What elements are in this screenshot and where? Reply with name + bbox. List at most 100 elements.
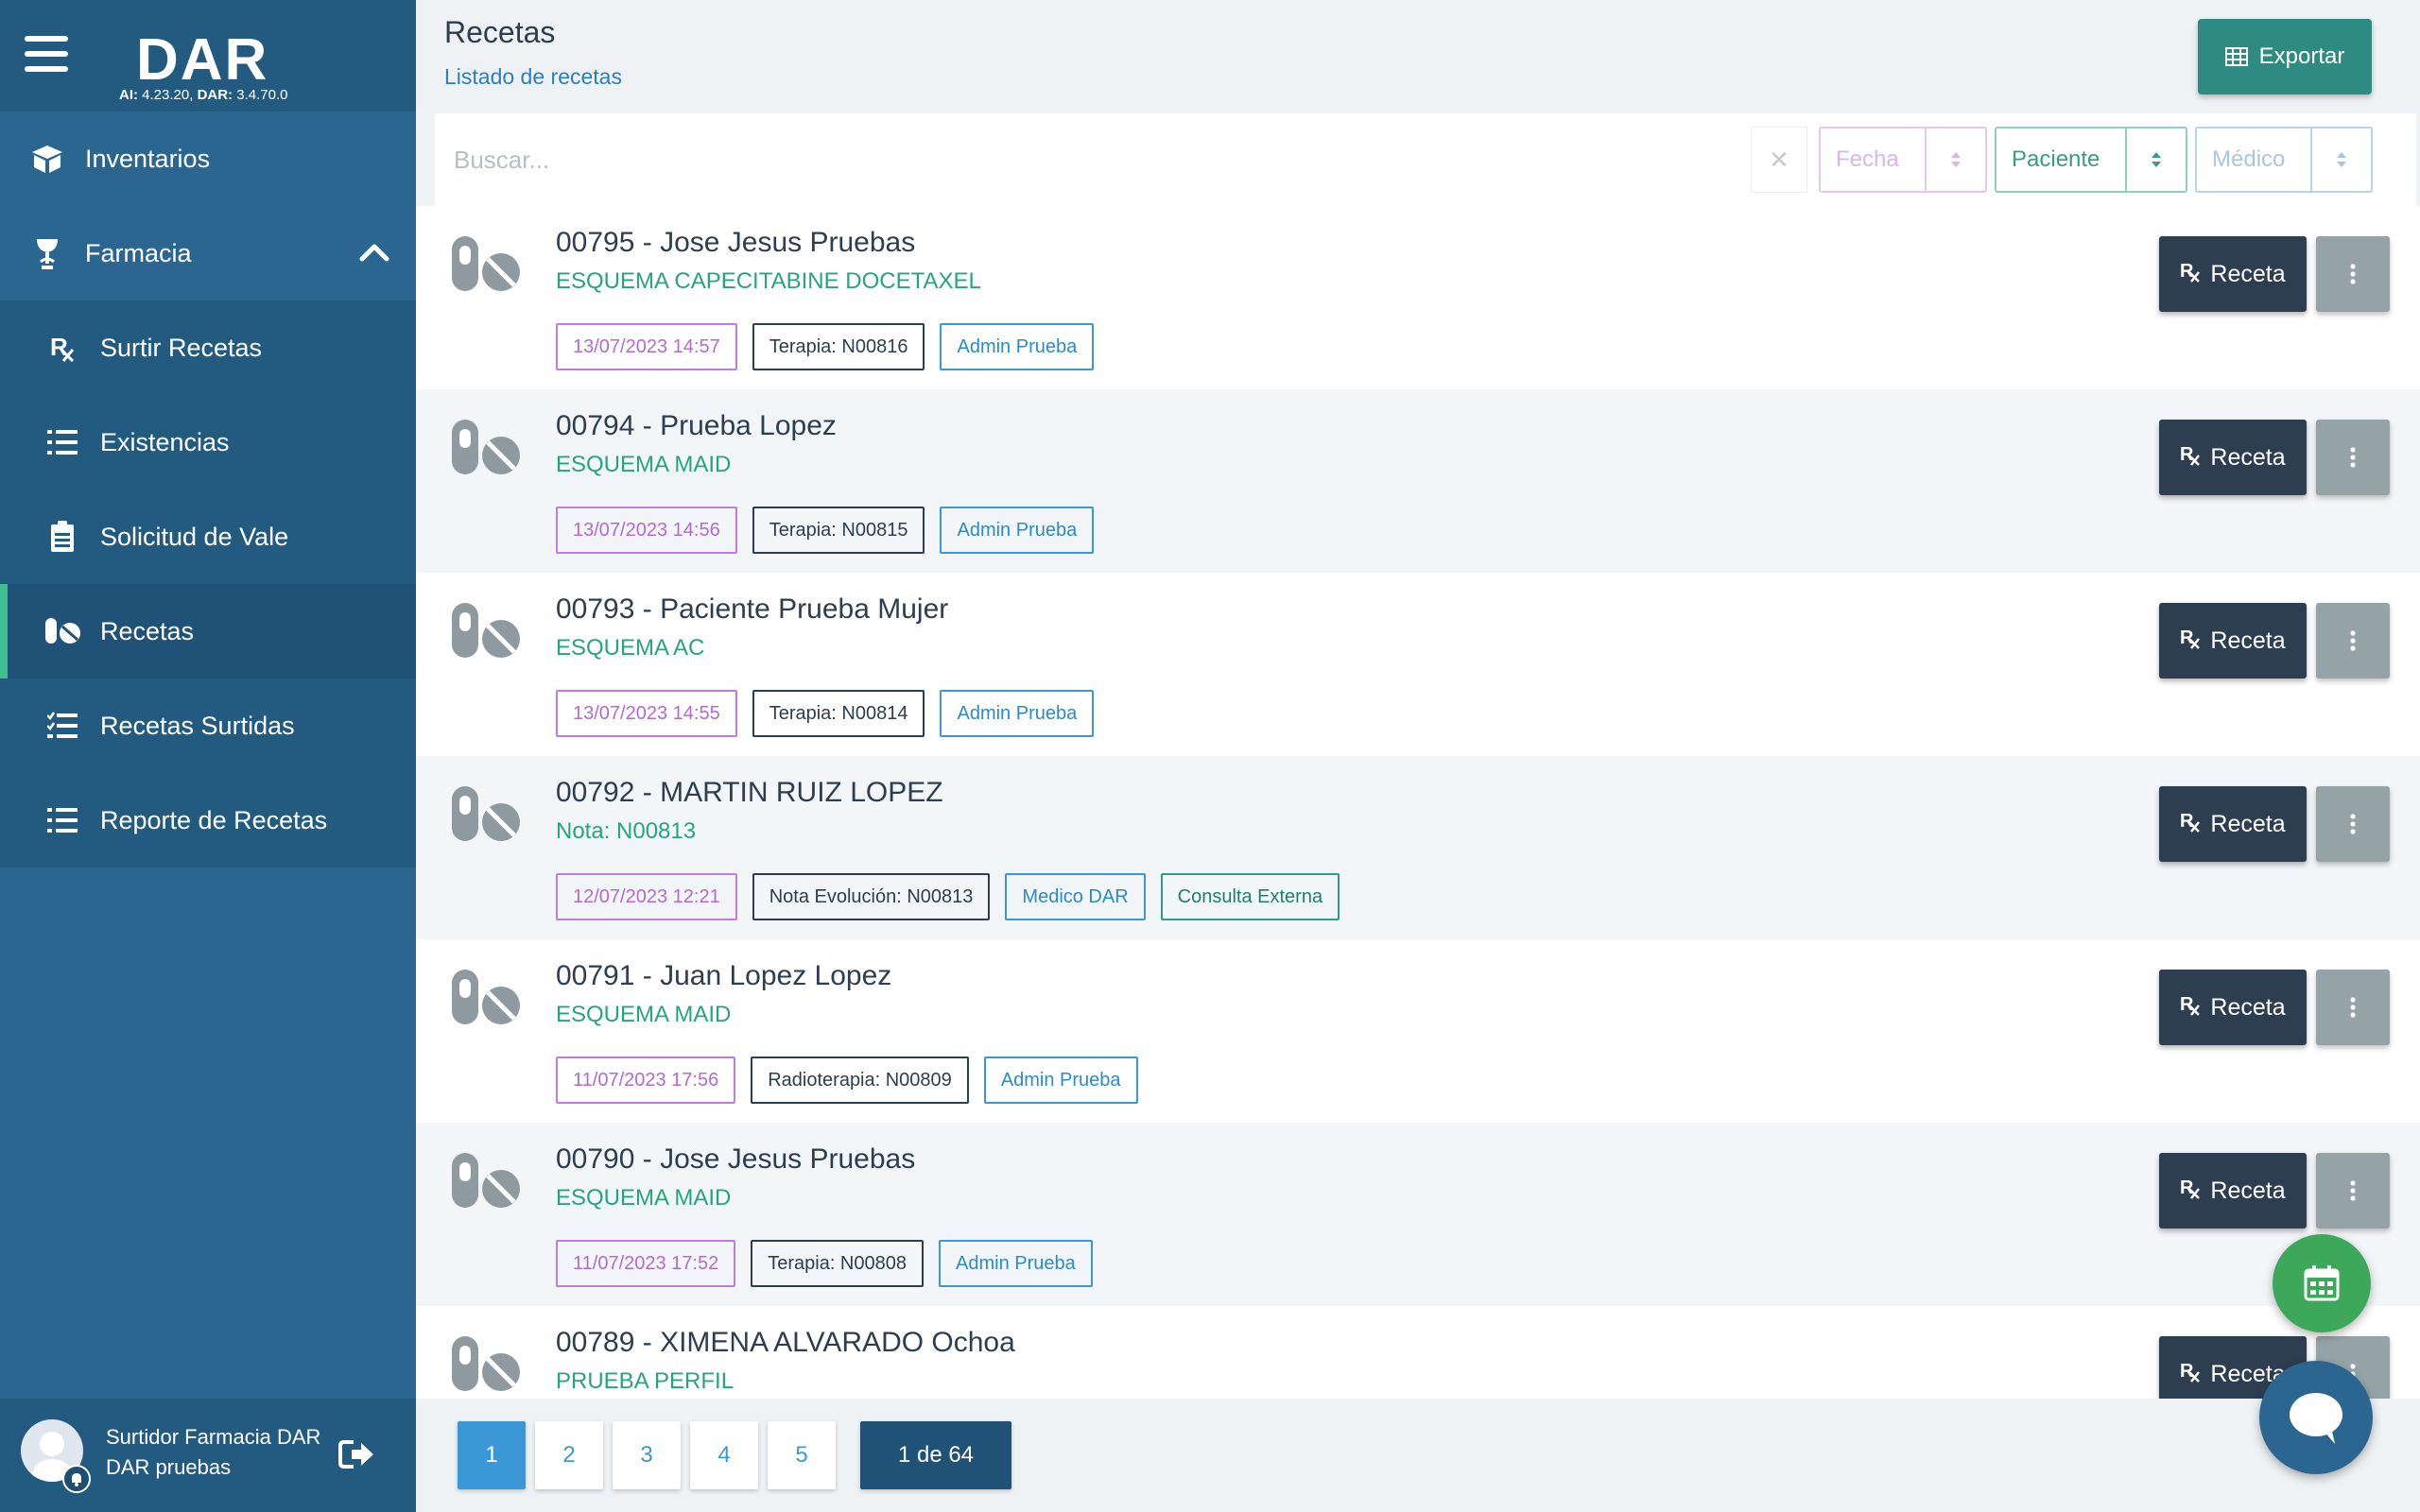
reference-tag: Nota Evolución: N00813 bbox=[752, 873, 991, 920]
clear-search-button[interactable]: ✕ bbox=[1751, 127, 1807, 193]
svg-text:R: R bbox=[2180, 994, 2194, 1015]
sidebar-item-label: Existencias bbox=[100, 427, 230, 456]
rx-icon: R bbox=[2180, 627, 2201, 655]
kebab-icon bbox=[2350, 630, 2356, 651]
svg-text:R: R bbox=[2180, 627, 2194, 648]
tag-group: 11/07/2023 17:56 Radioterapia: N00809 Admi… bbox=[556, 1057, 1138, 1104]
receta-button-label: Receta bbox=[2210, 810, 2286, 837]
search-input[interactable] bbox=[454, 134, 1683, 185]
doctor-tag: Admin Prueba bbox=[940, 323, 1095, 370]
more-options-button[interactable] bbox=[2316, 420, 2390, 495]
date-tag: 13/07/2023 14:56 bbox=[556, 507, 737, 554]
sidebar-item-label: Surtir Recetas bbox=[100, 333, 263, 362]
reference-tag: Terapia: N00816 bbox=[752, 323, 925, 370]
rx-icon: R bbox=[2180, 810, 2201, 838]
sort-fecha[interactable]: Fecha bbox=[1819, 127, 1987, 193]
calendar-icon bbox=[2304, 1265, 2340, 1301]
sidebar-item-reporte-de-recetas[interactable]: Reporte de Recetas bbox=[0, 773, 416, 868]
calendar-button[interactable] bbox=[2273, 1234, 2371, 1332]
list-item[interactable]: 00790 - Jose Jesus Pruebas ESQUEMA MAID 11… bbox=[416, 1123, 2420, 1306]
sort-medico-label: Médico bbox=[2212, 146, 2286, 172]
date-tag: 13/07/2023 14:55 bbox=[556, 690, 737, 737]
rx-icon: R bbox=[2180, 1177, 2201, 1205]
recetas-list: 00795 - Jose Jesus Pruebas ESQUEMA CAPECI… bbox=[416, 206, 2420, 1399]
sidebar-item-label: Solicitud de Vale bbox=[100, 522, 289, 551]
sidebar-item-existencias[interactable]: Existencias bbox=[0, 395, 416, 490]
page-total: 1 de 64 bbox=[860, 1421, 1011, 1489]
sidebar-item-solicitud-de-vale[interactable]: Solicitud de Vale bbox=[0, 490, 416, 584]
list-item[interactable]: 00789 - XIMENA ALVARADO Ochoa PRUEBA PERF… bbox=[416, 1306, 2420, 1399]
sidebar-item-label: Recetas Surtidas bbox=[100, 711, 295, 740]
reference-tag: Terapia: N00815 bbox=[752, 507, 925, 554]
receta-button[interactable]: R Receta bbox=[2159, 603, 2307, 679]
hamburger-menu-icon[interactable] bbox=[25, 36, 70, 74]
list-item[interactable]: 00791 - Juan Lopez Lopez ESQUEMA MAID 11/0… bbox=[416, 939, 2420, 1123]
more-options-button[interactable] bbox=[2316, 236, 2390, 312]
date-tag: 11/07/2023 17:56 bbox=[556, 1057, 736, 1104]
pharmacy-icon bbox=[28, 234, 66, 272]
page-button[interactable]: 3 bbox=[613, 1421, 681, 1489]
tag-group: 11/07/2023 17:52 Terapia: N00808 Admin Pru… bbox=[556, 1240, 1093, 1287]
sidebar: DAR AI: 4.23.20, DAR: 3.4.70.0 Inventari… bbox=[0, 0, 416, 1512]
receta-button[interactable]: R Receta bbox=[2159, 970, 2307, 1045]
chat-button[interactable] bbox=[2259, 1361, 2373, 1474]
search-bar: ✕ Fecha Paciente Médico bbox=[435, 113, 2416, 206]
page-button[interactable]: 5 bbox=[768, 1421, 836, 1489]
receta-subtitle: ESQUEMA MAID bbox=[556, 1185, 732, 1211]
list-item[interactable]: 00792 - MARTIN RUIZ LOPEZ Nota: N00813 12/… bbox=[416, 756, 2420, 939]
page-button[interactable]: 4 bbox=[690, 1421, 758, 1489]
receta-button-label: Receta bbox=[2210, 993, 2286, 1021]
pills-icon bbox=[450, 234, 522, 300]
more-options-button[interactable] bbox=[2316, 603, 2390, 679]
receta-subtitle: PRUEBA PERFIL bbox=[556, 1368, 735, 1394]
receta-button[interactable]: R Receta bbox=[2159, 786, 2307, 862]
list-item[interactable]: 00794 - Prueba Lopez ESQUEMA MAID 13/07/20… bbox=[416, 389, 2420, 573]
receta-title: 00789 - XIMENA ALVARADO Ochoa bbox=[556, 1327, 1015, 1358]
list-icon bbox=[43, 801, 81, 839]
receta-subtitle: ESQUEMA MAID bbox=[556, 452, 732, 477]
receta-button[interactable]: R Receta bbox=[2159, 1153, 2307, 1228]
doctor-tag: Admin Prueba bbox=[939, 1240, 1093, 1287]
close-icon: ✕ bbox=[1769, 145, 1789, 174]
sort-paciente[interactable]: Paciente bbox=[1995, 127, 2187, 193]
table-icon bbox=[2224, 47, 2248, 66]
bell-icon[interactable] bbox=[62, 1465, 91, 1493]
sort-icon bbox=[2310, 129, 2371, 191]
sort-medico[interactable]: Médico bbox=[2195, 127, 2373, 193]
sidebar-item-recetas-surtidas[interactable]: Recetas Surtidas bbox=[0, 679, 416, 773]
page-button[interactable]: 1 bbox=[458, 1421, 526, 1489]
reference-tag: Terapia: N00814 bbox=[752, 690, 925, 737]
logout-icon[interactable] bbox=[338, 1438, 376, 1475]
kebab-icon bbox=[2350, 264, 2356, 284]
sidebar-item-inventarios[interactable]: Inventarios bbox=[0, 112, 416, 206]
breadcrumb[interactable]: Listado de recetas bbox=[444, 64, 622, 90]
svg-text:R: R bbox=[2180, 444, 2194, 465]
list-item[interactable]: 00793 - Paciente Prueba Mujer ESQUEMA AC 1… bbox=[416, 573, 2420, 756]
sort-paciente-label: Paciente bbox=[2012, 146, 2100, 172]
export-button[interactable]: Exportar bbox=[2198, 19, 2372, 94]
receta-button-label: Receta bbox=[2210, 1177, 2286, 1204]
more-options-button[interactable] bbox=[2316, 1153, 2390, 1228]
more-options-button[interactable] bbox=[2316, 970, 2390, 1045]
clipboard-icon bbox=[43, 518, 81, 556]
sidebar-item-farmacia[interactable]: Farmacia bbox=[0, 206, 416, 301]
sort-icon bbox=[2125, 129, 2186, 191]
user-org: DAR pruebas bbox=[106, 1455, 232, 1479]
receta-title: 00791 - Juan Lopez Lopez bbox=[556, 960, 892, 991]
page-button[interactable]: 2 bbox=[535, 1421, 603, 1489]
chevron-up-icon[interactable] bbox=[359, 240, 389, 269]
rx-icon: R bbox=[2180, 260, 2201, 288]
doctor-tag: Admin Prueba bbox=[940, 690, 1095, 737]
list-item[interactable]: 00795 - Jose Jesus Pruebas ESQUEMA CAPECI… bbox=[416, 206, 2420, 389]
pills-icon bbox=[450, 601, 522, 666]
user-name: Surtidor Farmacia DAR bbox=[106, 1425, 321, 1449]
pills-icon bbox=[450, 784, 522, 850]
sidebar-header: DAR AI: 4.23.20, DAR: 3.4.70.0 bbox=[0, 0, 416, 112]
more-options-button[interactable] bbox=[2316, 786, 2390, 862]
receta-subtitle: ESQUEMA CAPECITABINE DOCETAXEL bbox=[556, 268, 981, 294]
receta-button[interactable]: R Receta bbox=[2159, 236, 2307, 312]
sidebar-item-surtir-recetas[interactable]: R Surtir Recetas bbox=[0, 301, 416, 395]
receta-button[interactable]: R Receta bbox=[2159, 420, 2307, 495]
sidebar-item-recetas[interactable]: Recetas bbox=[0, 584, 416, 679]
receta-subtitle: Nota: N00813 bbox=[556, 818, 697, 844]
